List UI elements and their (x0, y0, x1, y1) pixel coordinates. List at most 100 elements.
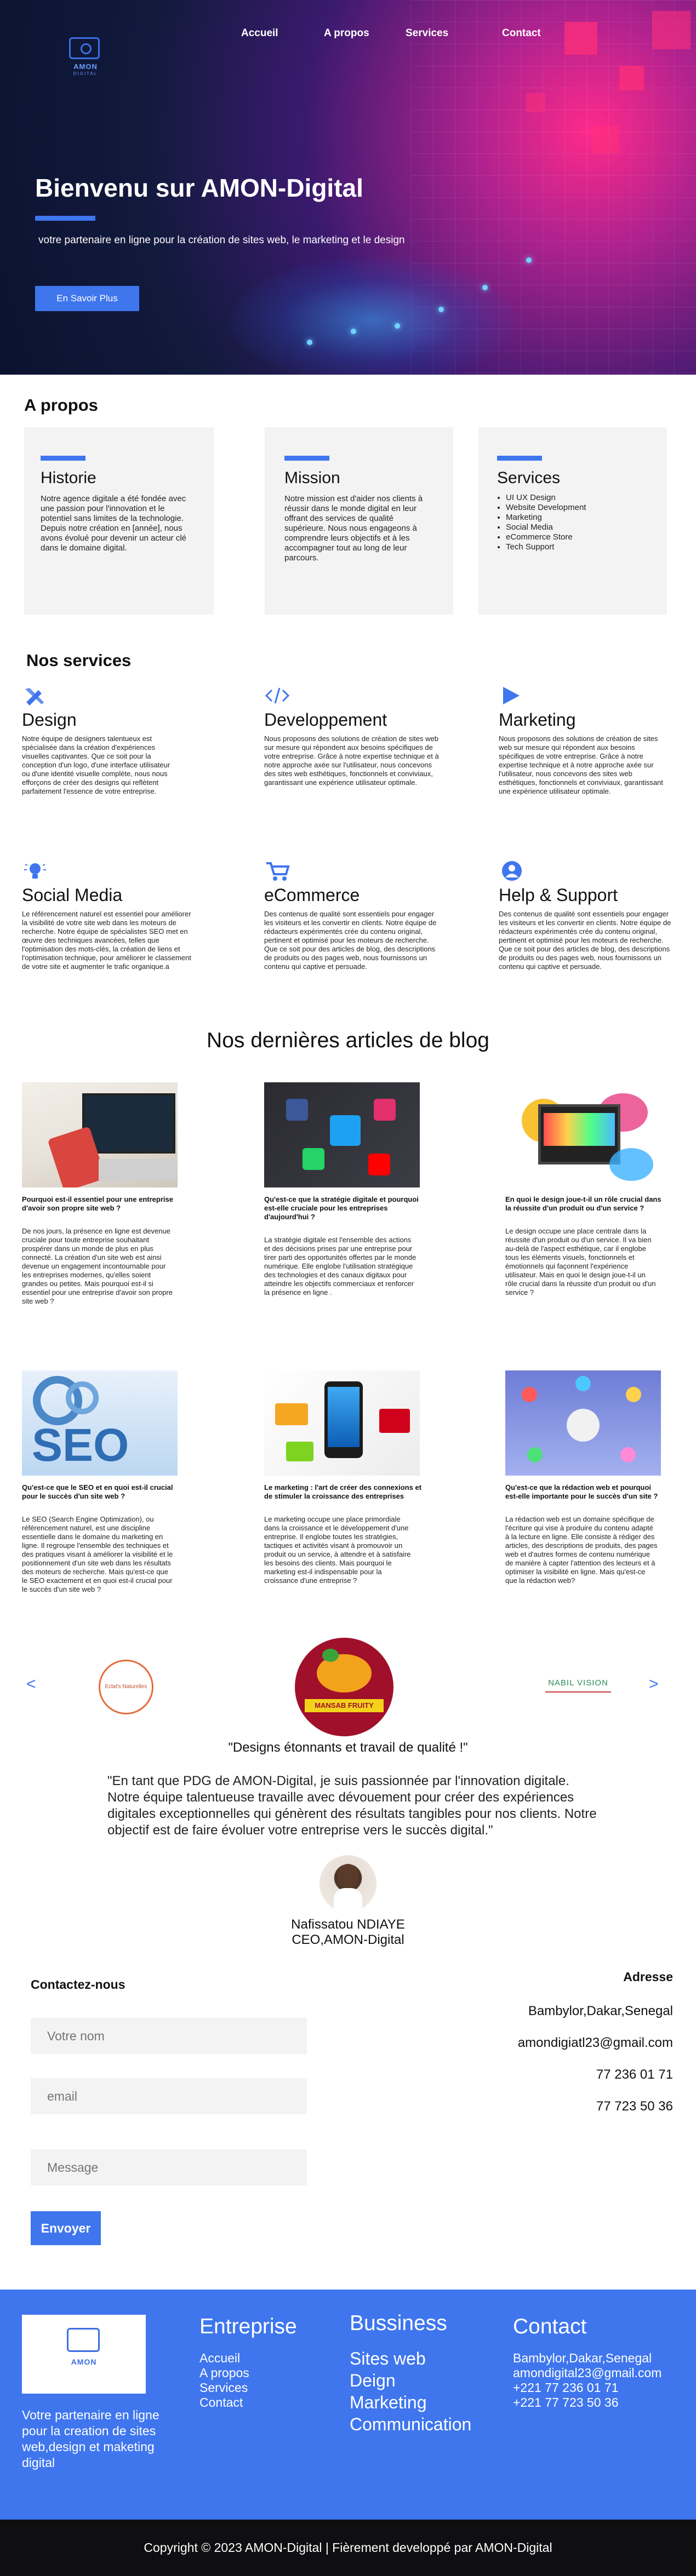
hero-square-decoration (619, 66, 644, 90)
card-text: Notre mission est d'aider nos clients à … (284, 494, 423, 563)
copyright-bar: Copyright © 2023 AMON-Digital | Fièremen… (0, 2520, 696, 2576)
message-input[interactable] (31, 2149, 307, 2185)
footer-link-contact[interactable]: Contact (199, 2395, 297, 2410)
footer-logo[interactable]: AMON (22, 2315, 146, 2394)
service-developpement: Developpement Nous proposons des solutio… (264, 685, 439, 787)
partner-name: Eclat's Naturelles (105, 1684, 147, 1690)
post-excerpt: La stratégie digitale est l'ensemble des… (264, 1236, 417, 1296)
blog-post[interactable]: Qu'est-ce que la stratégie digitale et p… (264, 1082, 423, 1297)
service-title: Developpement (264, 710, 387, 730)
ceo-role: CEO,AMON-Digital (292, 1932, 404, 1947)
service-text: Des contenus de qualité sont essentiels … (499, 910, 671, 971)
card-title: Historie (41, 469, 96, 487)
blog-post[interactable]: Pourquoi est-il essentiel pour une entre… (22, 1082, 181, 1306)
email-input[interactable] (31, 2078, 307, 2114)
carousel-prev-arrow[interactable]: < (26, 1675, 36, 1694)
blog-post[interactable]: Le marketing : l'art de créer des connex… (264, 1370, 423, 1585)
service-text: Nous proposons des solutions de création… (499, 735, 663, 795)
footer-col-title: Bussiness (350, 2311, 447, 2335)
footer-col-bussiness: Bussiness Sites web Deign Marketing Comm… (350, 2311, 471, 2435)
address-phone: 77 236 01 71 (596, 2067, 673, 2082)
chip-icon (69, 37, 100, 59)
post-image-marketing[interactable] (264, 1370, 420, 1476)
post-image-laptop[interactable] (22, 1082, 178, 1187)
footer-email[interactable]: amondigital23@gmail.com (513, 2366, 661, 2380)
footer-link-a-propos[interactable]: A propos (199, 2366, 297, 2380)
carousel-next-arrow[interactable]: > (649, 1675, 659, 1694)
service-title: Help & Support (499, 885, 618, 905)
service-marketing: Marketing Nous proposons des solutions d… (499, 685, 663, 796)
address-phone: 77 723 50 36 (596, 2099, 673, 2114)
about-card-services: Services UI UX Design Website Developmen… (478, 427, 667, 615)
footer-link-services[interactable]: Services (199, 2380, 297, 2395)
list-item: Website Development (506, 503, 586, 513)
hero-light-dot (438, 307, 444, 312)
post-image-graphic-design[interactable] (505, 1082, 661, 1187)
main-nav: Accueil A propos Services Contact (241, 27, 541, 39)
partner-logo-mansab[interactable]: MANSAB FRUITY (295, 1638, 393, 1736)
post-title: Pourquoi est-il essentiel pour une entre… (22, 1195, 173, 1212)
learn-more-button[interactable]: En Savoir Plus (35, 286, 139, 311)
footer-address: Bambylor,Dakar,Senegal (513, 2351, 652, 2365)
name-input[interactable] (31, 2018, 307, 2054)
footer: AMON Votre partenaire en ligne pour la c… (0, 2290, 696, 2520)
blog-post[interactable]: SEO Qu'est-ce que le SEO et en quoi est-… (22, 1370, 181, 1594)
post-image-seo[interactable]: SEO (22, 1370, 178, 1476)
nav-item-contact[interactable]: Contact (502, 27, 541, 39)
blog-title: Nos dernières articles de blog (207, 1029, 489, 1052)
nav-item-a-propos[interactable]: A propos (324, 27, 406, 39)
hero-square-decoration (564, 22, 597, 55)
cursor-icon (499, 685, 663, 707)
post-title: Le marketing : l'art de créer des connex… (264, 1483, 422, 1500)
hero-light-dot (526, 257, 532, 263)
address-email: amondigiatl23@gmail.com (517, 2035, 673, 2050)
nav-item-services[interactable]: Services (406, 27, 502, 39)
chip-icon (67, 2328, 100, 2352)
service-text: Notre équipe de designers talentueux est… (22, 735, 170, 795)
list-item: Tech Support (506, 542, 586, 552)
partner-name: NABIL VISION (548, 1678, 608, 1688)
about-title: A propos (24, 395, 98, 415)
hero-square-decoration (652, 11, 691, 49)
hero-tagline: votre partenaire en ligne pour la créati… (38, 234, 405, 246)
service-title: Marketing (499, 710, 576, 730)
footer-link-accueil[interactable]: Accueil (199, 2351, 297, 2366)
hero-square-decoration (526, 93, 545, 112)
footer-link-marketing[interactable]: Marketing (350, 2391, 471, 2413)
footer-phone[interactable]: +221 77 236 01 71 (513, 2380, 661, 2395)
footer-col-title: Contact (513, 2315, 587, 2338)
post-image-network[interactable] (505, 1370, 661, 1476)
service-title: eCommerce (264, 885, 360, 905)
card-accent-bar (497, 456, 542, 461)
list-item: Social Media (506, 523, 586, 532)
footer-link-design[interactable]: Deign (350, 2370, 471, 2391)
footer-link-communication[interactable]: Communication (350, 2413, 471, 2435)
blog-post[interactable]: En quoi le design joue-t-il un rôle cruc… (505, 1082, 664, 1297)
service-text: Le référencement naturel est essentiel p… (22, 910, 191, 971)
hero-light-dot (395, 323, 400, 329)
service-title: Social Media (22, 885, 123, 905)
partner-logo-eclats[interactable]: Eclat's Naturelles (93, 1655, 159, 1716)
contact-title: Contactez-nous (31, 1977, 125, 1992)
footer-phone[interactable]: +221 77 723 50 36 (513, 2395, 661, 2410)
address-title: Adresse (623, 1970, 673, 1984)
send-button[interactable]: Envoyer (31, 2211, 101, 2245)
design-tools-icon (22, 685, 186, 707)
footer-link-sites-web[interactable]: Sites web (350, 2348, 471, 2370)
hero-square-decoration (592, 126, 619, 153)
ceo-info: Nafissatou NDIAYE CEO,AMON-Digital (0, 1917, 696, 1948)
about-card-mission: Mission Notre mission est d'aider nos cl… (265, 427, 453, 615)
ceo-avatar (320, 1855, 376, 1912)
post-image-social[interactable] (264, 1082, 420, 1187)
partner-name: MANSAB FRUITY (305, 1699, 384, 1712)
service-title: Design (22, 710, 77, 730)
site-logo[interactable]: AMON DIGITAL (47, 34, 124, 78)
blog-post[interactable]: Qu'est-ce que la rédaction web et pourqu… (505, 1370, 664, 1585)
card-accent-bar (41, 456, 85, 461)
nav-item-accueil[interactable]: Accueil (241, 27, 324, 39)
card-accent-bar (284, 456, 329, 461)
hero-glow-decoration (230, 257, 515, 375)
partner-logo-nabil[interactable]: NABIL VISION (540, 1675, 617, 1697)
hero-accent-bar (35, 216, 95, 221)
footer-col-entreprise: Entreprise Accueil A propos Services Con… (199, 2315, 297, 2410)
